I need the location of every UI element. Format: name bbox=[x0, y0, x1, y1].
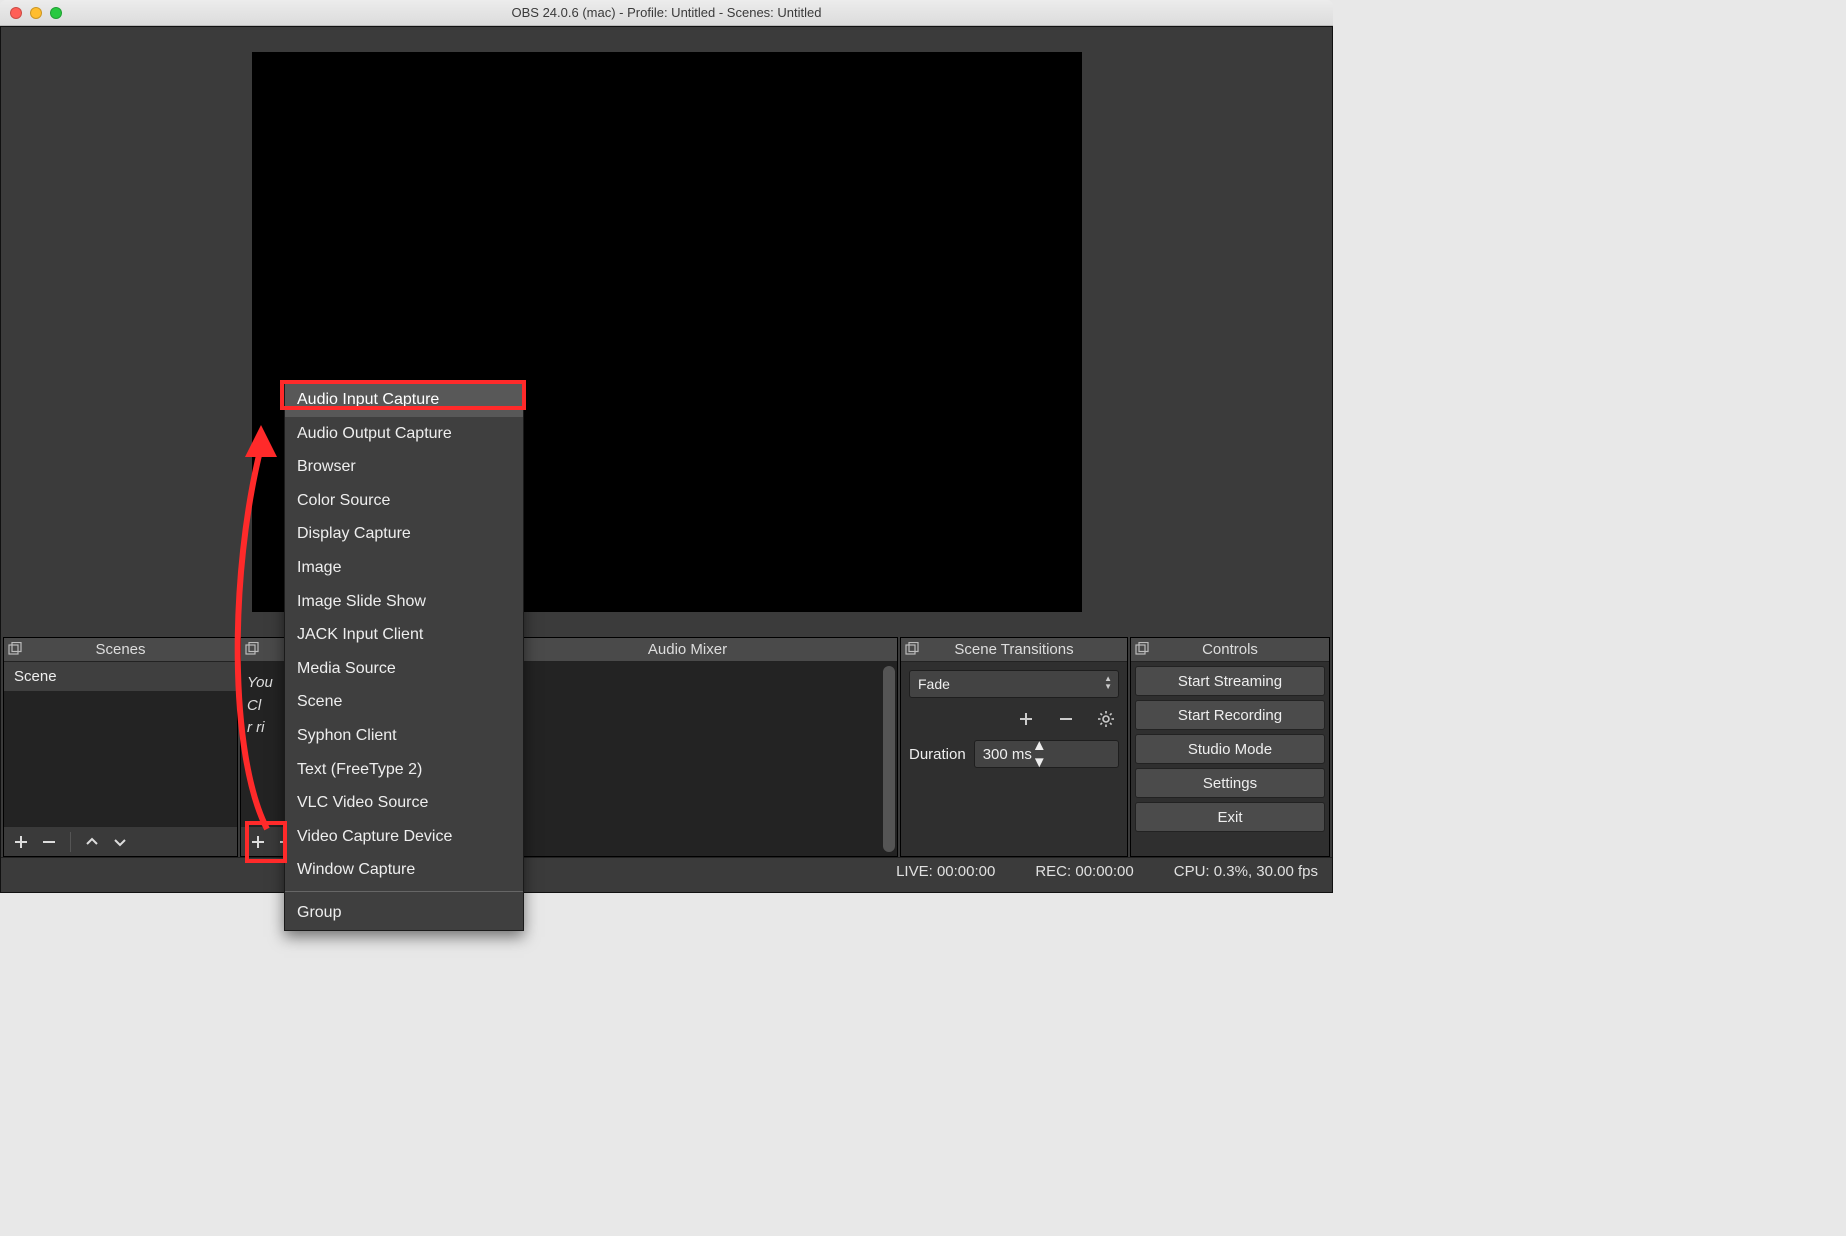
dock-scenes-title: Scenes bbox=[95, 641, 145, 658]
menu-item-window-capture[interactable]: Window Capture bbox=[285, 853, 523, 887]
scenes-list[interactable]: Scene bbox=[4, 662, 237, 826]
preview-area bbox=[1, 27, 1332, 637]
add-transition-button[interactable] bbox=[1013, 706, 1039, 732]
dock-controls: Controls Start Streaming Start Recording… bbox=[1130, 637, 1330, 857]
dock-scenes: Scenes Scene bbox=[3, 637, 238, 857]
mixer-body bbox=[478, 662, 897, 856]
menu-item-image[interactable]: Image bbox=[285, 551, 523, 585]
popout-icon[interactable] bbox=[8, 642, 24, 658]
dock-transitions-title: Scene Transitions bbox=[954, 641, 1073, 658]
dock-controls-title: Controls bbox=[1202, 641, 1258, 658]
updown-icon: ▲▼ bbox=[1104, 675, 1112, 691]
duration-label: Duration bbox=[909, 746, 966, 763]
titlebar: OBS 24.0.6 (mac) - Profile: Untitled - S… bbox=[0, 0, 1333, 26]
scenes-toolbar bbox=[4, 826, 237, 856]
add-source-context-menu: Audio Input Capture Audio Output Capture… bbox=[284, 382, 524, 931]
remove-scene-button[interactable] bbox=[36, 829, 62, 855]
status-live: LIVE: 00:00:00 bbox=[896, 863, 995, 880]
menu-item-syphon-client[interactable]: Syphon Client bbox=[285, 719, 523, 753]
dock-mixer-title: Audio Mixer bbox=[648, 641, 727, 658]
menu-item-group[interactable]: Group bbox=[285, 896, 523, 930]
menu-item-vlc-video-source[interactable]: VLC Video Source bbox=[285, 786, 523, 820]
scrollbar[interactable] bbox=[883, 666, 895, 852]
settings-button[interactable]: Settings bbox=[1135, 768, 1325, 798]
duration-value: 300 ms bbox=[983, 746, 1032, 763]
status-rec: REC: 00:00:00 bbox=[1035, 863, 1133, 880]
transition-selected: Fade bbox=[918, 676, 950, 692]
menu-separator bbox=[285, 891, 523, 892]
scene-item[interactable]: Scene bbox=[4, 662, 237, 691]
menu-item-media-source[interactable]: Media Source bbox=[285, 652, 523, 686]
duration-spinbox[interactable]: 300 ms ▲▼ bbox=[974, 740, 1119, 768]
dock-audio-mixer: Audio Mixer bbox=[477, 637, 898, 857]
statusbar: LIVE: 00:00:00 REC: 00:00:00 CPU: 0.3%, … bbox=[1, 857, 1332, 885]
menu-item-video-capture-device[interactable]: Video Capture Device bbox=[285, 820, 523, 854]
add-source-button[interactable] bbox=[245, 829, 271, 855]
popout-icon[interactable] bbox=[905, 642, 921, 658]
menu-item-jack-input-client[interactable]: JACK Input Client bbox=[285, 618, 523, 652]
scene-move-down-button[interactable] bbox=[107, 829, 133, 855]
menu-item-display-capture[interactable]: Display Capture bbox=[285, 517, 523, 551]
window-title: OBS 24.0.6 (mac) - Profile: Untitled - S… bbox=[0, 5, 1333, 20]
menu-item-browser[interactable]: Browser bbox=[285, 450, 523, 484]
status-cpu: CPU: 0.3%, 30.00 fps bbox=[1174, 863, 1318, 880]
add-scene-button[interactable] bbox=[8, 829, 34, 855]
remove-transition-button[interactable] bbox=[1053, 706, 1079, 732]
close-icon[interactable] bbox=[10, 7, 22, 19]
popout-icon[interactable] bbox=[1135, 642, 1151, 658]
dock-scene-transitions: Scene Transitions Fade ▲▼ bbox=[900, 637, 1128, 857]
minimize-icon[interactable] bbox=[30, 7, 42, 19]
menu-item-audio-input-capture[interactable]: Audio Input Capture bbox=[285, 383, 523, 417]
transition-select[interactable]: Fade ▲▼ bbox=[909, 670, 1119, 698]
updown-icon: ▲▼ bbox=[1032, 737, 1047, 771]
menu-item-color-source[interactable]: Color Source bbox=[285, 484, 523, 518]
transition-properties-button[interactable] bbox=[1093, 706, 1119, 732]
menu-item-scene[interactable]: Scene bbox=[285, 685, 523, 719]
exit-button[interactable]: Exit bbox=[1135, 802, 1325, 832]
popout-icon[interactable] bbox=[245, 642, 261, 658]
menu-item-audio-output-capture[interactable]: Audio Output Capture bbox=[285, 417, 523, 451]
menu-item-image-slide-show[interactable]: Image Slide Show bbox=[285, 585, 523, 619]
scene-move-up-button[interactable] bbox=[79, 829, 105, 855]
menu-item-text-freetype-2[interactable]: Text (FreeType 2) bbox=[285, 753, 523, 787]
zoom-icon[interactable] bbox=[50, 7, 62, 19]
studio-mode-button[interactable]: Studio Mode bbox=[1135, 734, 1325, 764]
start-recording-button[interactable]: Start Recording bbox=[1135, 700, 1325, 730]
start-streaming-button[interactable]: Start Streaming bbox=[1135, 666, 1325, 696]
